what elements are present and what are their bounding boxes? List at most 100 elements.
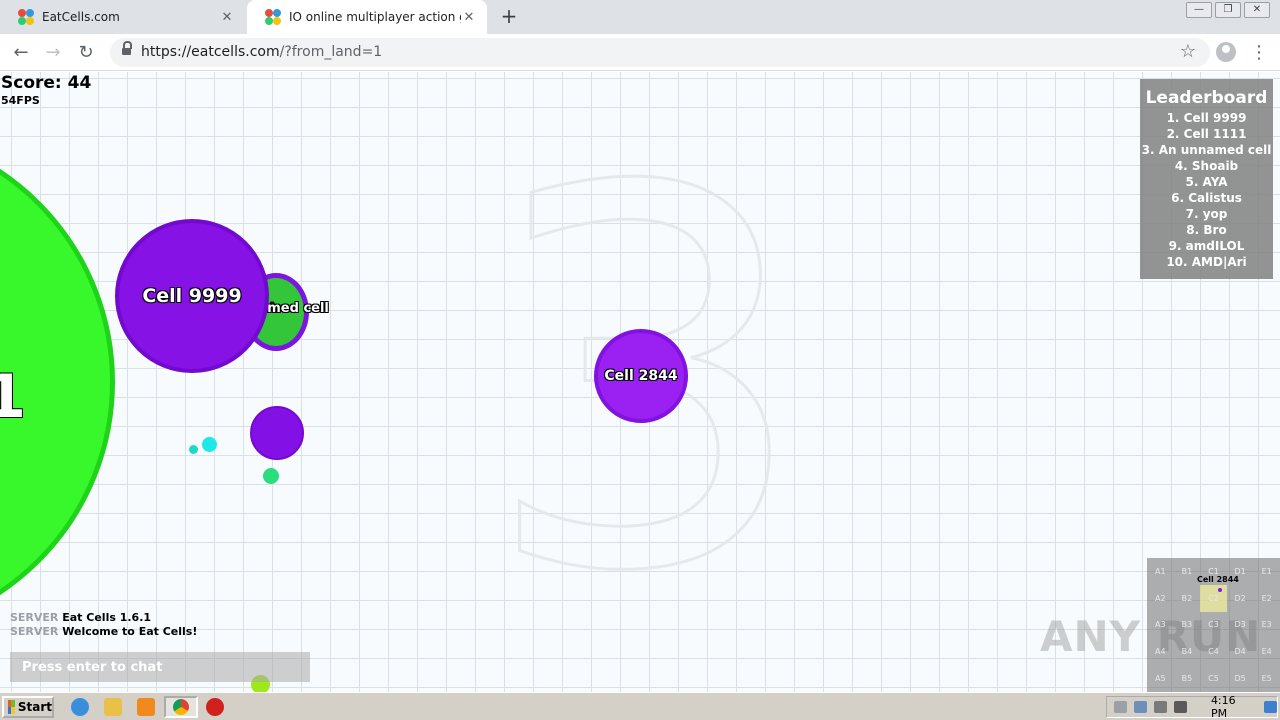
fps-display: 54FPS <box>1 94 40 107</box>
tray-expand-icon[interactable] <box>1114 701 1127 713</box>
leaderboard-entry: 1. Cell 9999 <box>1166 111 1247 125</box>
minimap-cell: E1 <box>1261 566 1272 576</box>
player-cell-2844: Cell 2844 <box>594 329 688 423</box>
unlabeled-purple-cell <box>250 406 304 460</box>
minimap-cell: C4 <box>1208 647 1219 657</box>
chat-log: SERVER Eat Cells 1.6.1 SERVER Welcome to… <box>10 611 197 639</box>
tab-title: EatCells.com <box>42 10 120 24</box>
minimap-cell: A3 <box>1155 620 1166 630</box>
tab-title: IO online multiplayer action game. Sl <box>289 10 461 24</box>
chat-message: SERVER Eat Cells 1.6.1 <box>10 611 197 625</box>
eatcells-favicon-icon <box>265 9 281 25</box>
profile-avatar-icon[interactable] <box>1216 42 1236 62</box>
reload-button[interactable]: ↻ <box>73 40 99 66</box>
cell-label: 1 <box>0 362 26 432</box>
tab-eatcells[interactable]: EatCells.com ✕ <box>0 0 245 34</box>
folder-icon[interactable] <box>104 698 122 716</box>
minimap-cell: D3 <box>1234 620 1246 630</box>
tab-strip: EatCells.com ✕ IO online multiplayer act… <box>0 0 1280 34</box>
tab-close-icon[interactable]: ✕ <box>461 10 477 25</box>
chrome-taskbar-button[interactable] <box>164 696 198 718</box>
leaderboard-entry: 7. yop <box>1185 207 1228 221</box>
volume-icon[interactable] <box>1153 701 1167 713</box>
browser-menu-button[interactable]: ⋮ <box>1250 40 1268 66</box>
bookmark-star-icon[interactable]: ☆ <box>1180 41 1196 62</box>
minimap-cell: A5 <box>1155 674 1166 684</box>
back-button[interactable]: ← <box>8 40 34 66</box>
minimap-cell: E3 <box>1261 620 1272 630</box>
url-text: https://eatcells.com/?from_land=1 <box>141 44 382 60</box>
browser-toolbar: ← → ↻ https://eatcells.com/?from_land=1 … <box>0 34 1280 71</box>
minimize-button[interactable]: — <box>1186 2 1212 18</box>
leaderboard-entry: 6. Calistus <box>1171 191 1242 205</box>
start-button[interactable]: Start <box>2 696 54 718</box>
window-controls: — ❐ ✕ <box>1183 2 1270 18</box>
food-pellet <box>263 468 279 484</box>
leaderboard-entry: 8. Bro <box>1186 223 1227 237</box>
close-window-button[interactable]: ✕ <box>1244 2 1270 18</box>
chat-message: SERVER Welcome to Eat Cells! <box>10 625 197 639</box>
internet-explorer-icon[interactable] <box>71 698 89 716</box>
cell-label: Cell 9999 <box>142 285 242 307</box>
minimap-player-label: Cell 2844 <box>1197 575 1239 584</box>
leaderboard-entry: 4. Shoaib <box>1174 159 1239 173</box>
minimap-cell: D4 <box>1234 647 1246 657</box>
taskbar-clock: 4:16 PM <box>1210 694 1236 720</box>
food-pellet <box>189 445 198 454</box>
giant-green-cell: 1 <box>0 127 115 637</box>
cell-label: Cell 2844 <box>604 368 678 384</box>
minimap-cell: B4 <box>1181 647 1193 657</box>
minimap-cell: D5 <box>1234 674 1246 684</box>
leaderboard-entry: 3. An unnamed cell <box>1141 143 1272 157</box>
chat-input[interactable] <box>10 652 310 682</box>
chat-text: Eat Cells 1.6.1 <box>62 611 152 624</box>
cell-9999: Cell 9999 <box>115 219 269 373</box>
leaderboard: Leaderboard 1. Cell 9999 2. Cell 1111 3.… <box>1140 79 1273 279</box>
tab-close-icon[interactable]: ✕ <box>219 10 235 25</box>
minimap-cell: A4 <box>1155 647 1166 657</box>
restore-button[interactable]: ❐ <box>1215 2 1241 18</box>
minimap-cell: E5 <box>1261 674 1272 684</box>
leaderboard-list: 1. Cell 9999 2. Cell 1111 3. An unnamed … <box>1140 110 1273 270</box>
minimap-cell-current: C2 <box>1200 584 1227 612</box>
food-pellet <box>202 437 217 452</box>
flag-icon[interactable] <box>1173 701 1187 713</box>
chat-sender: SERVER <box>10 611 59 624</box>
minimap-cell: A1 <box>1155 566 1166 576</box>
leaderboard-entry: 2. Cell 1111 <box>1166 127 1247 141</box>
network-icon[interactable] <box>1133 701 1147 713</box>
address-bar[interactable]: https://eatcells.com/?from_land=1 ☆ <box>110 38 1210 67</box>
leaderboard-title: Leaderboard <box>1145 88 1268 108</box>
minimap-cell: E2 <box>1261 593 1272 603</box>
windows-logo-icon <box>8 700 15 714</box>
show-desktop-icon[interactable] <box>1264 701 1278 713</box>
start-label: Start <box>17 700 52 714</box>
minimap-cell: B2 <box>1181 593 1193 603</box>
leaderboard-entry: 9. amdILOL <box>1168 239 1245 253</box>
minimap-cell: B3 <box>1181 620 1193 630</box>
url-host: https://eatcells.com <box>141 44 280 60</box>
minimap-cell: A2 <box>1155 593 1166 603</box>
leaderboard-entry: 10. AMD|Ari <box>1166 255 1247 269</box>
minimap-cell: C3 <box>1208 620 1219 630</box>
forward-button[interactable]: → <box>40 40 66 66</box>
url-path: /?from_land=1 <box>279 44 383 60</box>
leaderboard-entry: 5. AYA <box>1185 175 1228 189</box>
minimap-player-dot <box>1218 588 1222 592</box>
chat-sender: SERVER <box>10 625 59 638</box>
new-tab-button[interactable]: + <box>498 5 520 27</box>
minimap-cell: B5 <box>1181 674 1193 684</box>
tab-io-game[interactable]: IO online multiplayer action game. Sl ✕ <box>247 0 487 34</box>
lock-icon <box>122 41 132 57</box>
media-player-icon[interactable] <box>137 698 155 716</box>
minimap-cell: D2 <box>1234 593 1246 603</box>
stop-icon[interactable] <box>206 698 224 716</box>
eatcells-favicon-icon <box>18 9 34 25</box>
chat-text: Welcome to Eat Cells! <box>62 625 198 638</box>
score-display: Score: 44 <box>1 73 92 93</box>
minimap-cell: E4 <box>1261 647 1272 657</box>
windows-taskbar: Start 4:16 PM <box>0 692 1280 720</box>
chrome-icon <box>173 699 189 715</box>
minimap-cell: C5 <box>1208 674 1219 684</box>
game-canvas[interactable]: 3 1 A nmed cell Cell 9999 Cell 2844 Scor… <box>0 72 1280 692</box>
